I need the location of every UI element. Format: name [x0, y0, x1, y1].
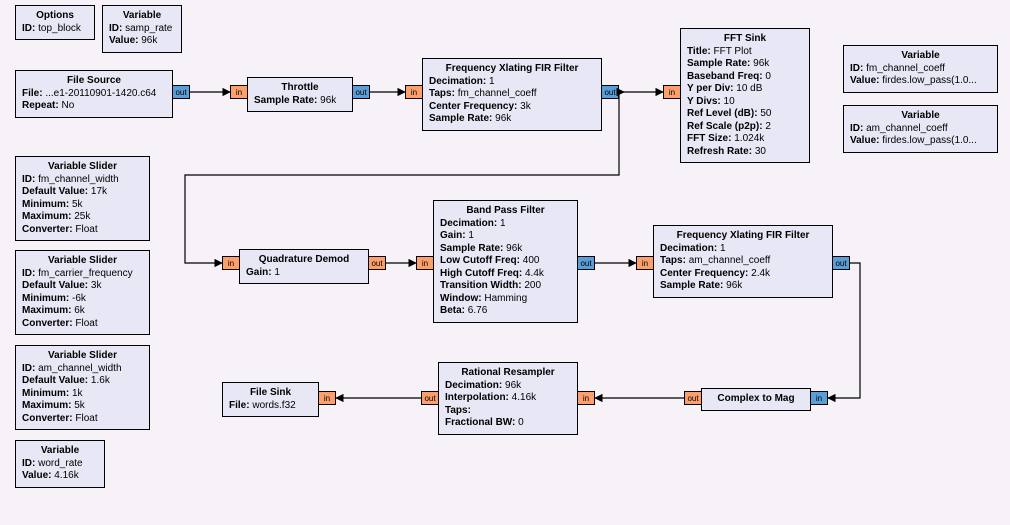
block-slider-fm-carrier[interactable]: Variable Slider ID: fm_carrier_frequency… [15, 250, 150, 335]
block-variable-fm-coeff[interactable]: Variable ID: fm_channel_coeff Value: fir… [843, 45, 998, 93]
block-variable-am-coeff[interactable]: Variable ID: am_channel_coeff Value: fir… [843, 105, 998, 153]
block-band-pass-filter[interactable]: Band Pass Filter Decimation: 1 Gain: 1 S… [433, 200, 578, 323]
block-title: Variable [22, 445, 98, 458]
block-complex-to-mag[interactable]: Complex to Mag [701, 388, 811, 411]
port-in[interactable]: in [416, 256, 434, 270]
port-in[interactable]: in [318, 391, 336, 405]
block-options[interactable]: Options ID: top_block [15, 5, 95, 40]
block-fft-sink[interactable]: FFT Sink Title: FFT Plot Sample Rate: 96… [680, 28, 810, 163]
block-title: Rational Resampler [445, 367, 571, 380]
port-in[interactable]: in [810, 391, 828, 405]
port-in[interactable]: in [222, 256, 240, 270]
block-title: Band Pass Filter [440, 205, 571, 218]
block-title: Variable [850, 50, 991, 63]
block-title: Throttle [254, 82, 346, 95]
block-title: Variable [850, 110, 991, 123]
port-out-float[interactable]: out [684, 391, 702, 405]
block-file-source[interactable]: File Source File: ...e1-20110901-1420.c6… [15, 70, 173, 118]
block-variable-samp-rate[interactable]: Variable ID: samp_rate Value: 96k [102, 5, 182, 53]
block-title: Variable Slider [22, 161, 143, 174]
block-rational-resampler[interactable]: Rational Resampler Decimation: 96k Inter… [438, 362, 578, 435]
block-throttle[interactable]: Throttle Sample Rate: 96k [247, 77, 353, 112]
block-title: File Sink [229, 387, 312, 400]
block-title: Options [22, 10, 88, 23]
block-title: Variable [109, 10, 175, 23]
block-title: Variable Slider [22, 255, 143, 268]
port-out-float[interactable]: out [421, 391, 439, 405]
block-slider-fm-width[interactable]: Variable Slider ID: fm_channel_width Def… [15, 156, 150, 241]
port-out[interactable]: out [577, 256, 595, 270]
block-title: Quadrature Demod [246, 254, 362, 267]
block-file-sink[interactable]: File Sink File: words.f32 [222, 382, 319, 417]
port-out[interactable]: out [172, 85, 190, 99]
block-title: File Source [22, 75, 166, 88]
port-in[interactable]: in [636, 256, 654, 270]
port-out[interactable]: out [352, 85, 370, 99]
block-freq-xlating-fir-1[interactable]: Frequency Xlating FIR Filter Decimation:… [422, 58, 602, 131]
block-title: Frequency Xlating FIR Filter [429, 63, 595, 76]
block-title: Variable Slider [22, 350, 143, 363]
block-title: Complex to Mag [708, 393, 804, 406]
port-out-float[interactable]: out [368, 256, 386, 270]
port-in[interactable]: in [405, 85, 423, 99]
block-title: FFT Sink [687, 33, 803, 46]
block-title: Frequency Xlating FIR Filter [660, 230, 826, 243]
port-in[interactable]: in [230, 85, 248, 99]
port-in[interactable]: in [577, 391, 595, 405]
block-variable-word-rate[interactable]: Variable ID: word_rate Value: 4.16k [15, 440, 105, 488]
block-slider-am-width[interactable]: Variable Slider ID: am_channel_width Def… [15, 345, 150, 430]
port-out[interactable]: out [601, 85, 619, 99]
block-quadrature-demod[interactable]: Quadrature Demod Gain: 1 [239, 249, 369, 284]
port-out[interactable]: out [832, 256, 850, 270]
port-in[interactable]: in [663, 85, 681, 99]
block-freq-xlating-fir-2[interactable]: Frequency Xlating FIR Filter Decimation:… [653, 225, 833, 298]
